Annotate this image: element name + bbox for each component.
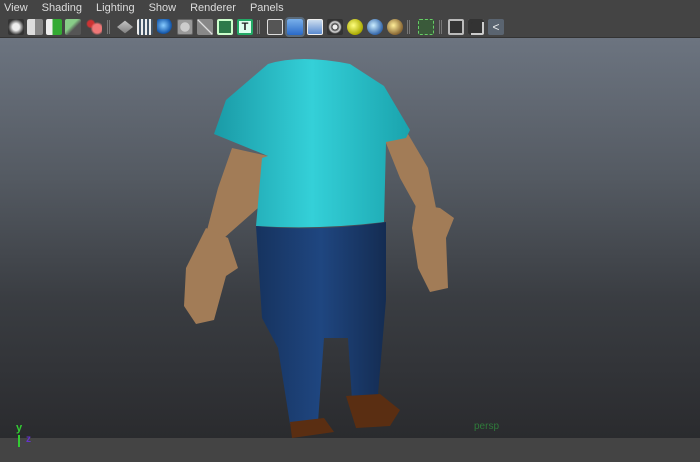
persp-viewport[interactable]: y z	[0, 38, 700, 447]
use-all-lights-icon[interactable]	[347, 19, 363, 35]
menu-show[interactable]: Show	[149, 2, 177, 14]
right-arm	[384, 134, 454, 292]
safe-title-icon[interactable]: T	[237, 19, 253, 35]
grid-icon[interactable]	[117, 20, 133, 34]
screen-space-ao-icon[interactable]	[387, 19, 403, 35]
textured-icon[interactable]	[327, 19, 343, 35]
character-model	[184, 59, 454, 438]
node-editor-icon[interactable]: <	[488, 19, 504, 35]
menu-lighting[interactable]: Lighting	[96, 2, 135, 14]
bookmark-icon[interactable]	[46, 19, 62, 35]
left-arm	[184, 148, 268, 324]
film-gate-icon[interactable]	[137, 19, 153, 35]
toolbar-separator	[257, 20, 260, 34]
axis-y-label: y	[16, 422, 23, 434]
toolbar-separator	[439, 20, 442, 34]
smooth-shade-icon[interactable]	[285, 17, 305, 37]
menu-panels[interactable]: Panels	[250, 2, 284, 14]
field-chart-icon[interactable]	[197, 19, 213, 35]
xray-icon[interactable]	[448, 19, 464, 35]
menu-view[interactable]: View	[4, 2, 28, 14]
toolbar-separator	[107, 20, 110, 34]
pants	[256, 222, 386, 424]
camera-label: persp	[474, 421, 500, 432]
axis-y-line	[18, 435, 20, 447]
isolate-select-icon[interactable]	[418, 19, 434, 35]
panel-menubar: View Shading Lighting Show Renderer Pane…	[0, 0, 700, 16]
grease-pencil-icon[interactable]	[86, 19, 102, 35]
resolution-gate-icon[interactable]	[157, 19, 173, 35]
axis-z-label: z	[26, 434, 31, 445]
menu-shading[interactable]: Shading	[42, 2, 82, 14]
toolbar-separator	[407, 20, 410, 34]
image-plane-icon[interactable]	[65, 19, 81, 35]
safe-action-icon[interactable]	[217, 19, 233, 35]
menu-renderer[interactable]: Renderer	[190, 2, 236, 14]
wireframe-on-shaded-icon[interactable]	[307, 19, 323, 35]
gate-mask-icon[interactable]	[177, 19, 193, 35]
wireframe-icon[interactable]	[267, 19, 283, 35]
shadows-icon[interactable]	[367, 19, 383, 35]
view-axis-indicator: y z	[10, 422, 50, 462]
camera-attributes-icon[interactable]	[27, 19, 43, 35]
camera-select-icon[interactable]	[8, 19, 24, 35]
xray-joints-icon[interactable]	[468, 19, 484, 35]
panel-toolbar: T <	[0, 16, 700, 38]
